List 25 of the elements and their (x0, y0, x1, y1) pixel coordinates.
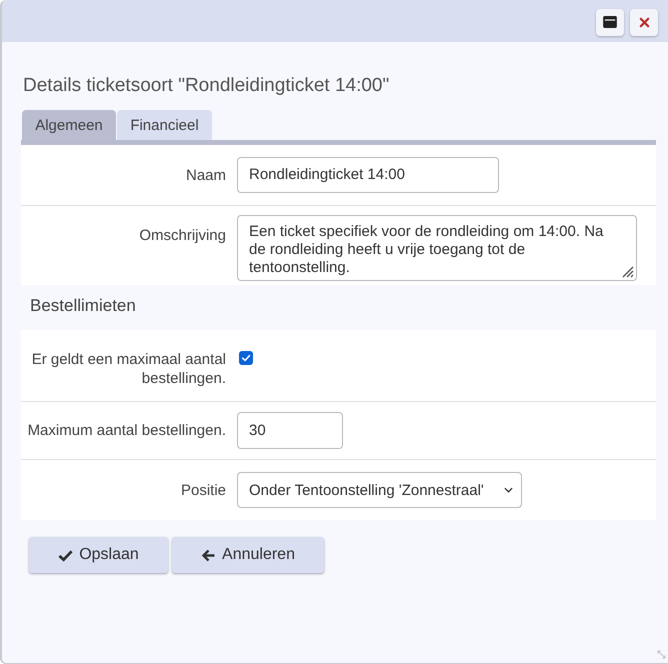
field-label: Er geldt een maximaal aantal bestellingen. (30, 350, 227, 388)
cancel-button[interactable]: Annuleren (172, 537, 324, 573)
number-field[interactable]: 30 (237, 412, 343, 449)
field-label: Omschrijving (138, 226, 227, 245)
tab[interactable]: Financieel (117, 110, 212, 140)
arrow-left-icon (201, 548, 216, 562)
dropdown-value: Onder Tentoonstelling 'Zonnestraal' (249, 482, 484, 498)
close-icon (638, 16, 650, 28)
section-heading: Bestellimieten (29, 295, 137, 317)
tab[interactable]: Algemeen (22, 110, 116, 140)
name-field[interactable]: Rondleidingticket 14:00 (237, 157, 499, 193)
description-field[interactable]: Een ticket specifiek voor de rondleiding om 14:00. Na de rondleiding heeft u vrije toegang tot de tentoonstelling. (237, 215, 637, 281)
chevron-down-icon (504, 487, 513, 493)
dialog-title: Details ticketsoort "Rondleidingticket 14:00" (23, 74, 390, 98)
field-label: Naam (184, 166, 227, 184)
field-label: Maximum aantal bestellingen. (26, 421, 227, 440)
maximize-button[interactable] (596, 8, 624, 36)
resize-handle-icon[interactable] (622, 266, 634, 278)
window-icon (603, 16, 617, 28)
save-button[interactable]: Opslaan (29, 537, 168, 573)
close-button[interactable] (630, 8, 658, 36)
checkmark-icon (58, 548, 74, 562)
position-dropdown[interactable]: Onder Tentoonstelling 'Zonnestraal' (237, 472, 522, 508)
field-label: Positie (180, 480, 227, 500)
checkbox[interactable] (239, 351, 253, 365)
